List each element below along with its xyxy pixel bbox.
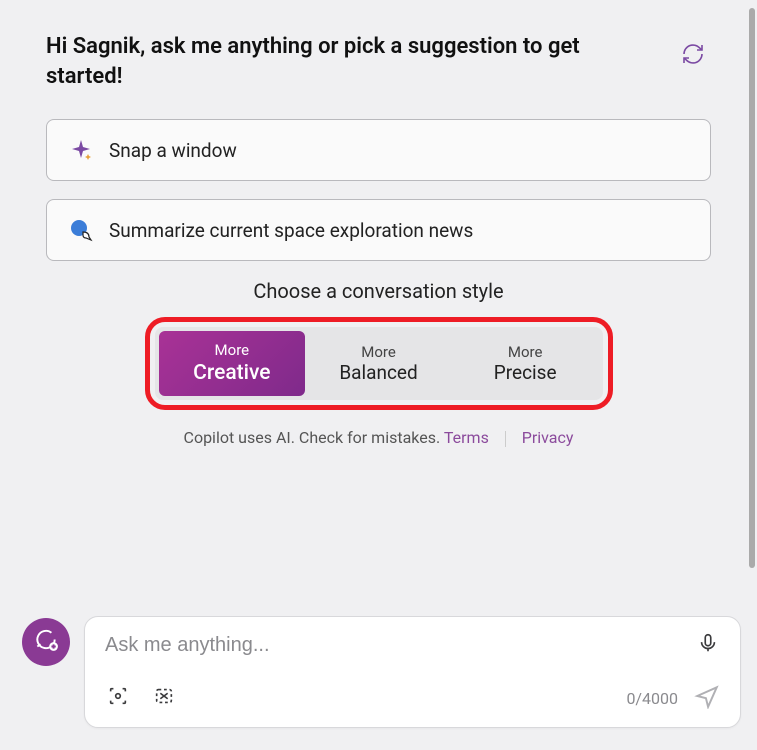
image-search-button[interactable] — [105, 685, 131, 711]
style-option-creative[interactable]: More Creative — [159, 331, 306, 396]
send-button[interactable] — [692, 683, 722, 713]
style-name-label: Creative — [193, 360, 270, 386]
style-label: Choose a conversation style — [46, 279, 711, 303]
greeting-text: Hi Sagnik, ask me anything or pick a sug… — [46, 32, 606, 91]
style-more-label: More — [215, 341, 250, 360]
mic-button[interactable] — [694, 631, 722, 659]
style-name-label: Precise — [494, 361, 557, 385]
disclaimer-text: Copilot uses AI. Check for mistakes. — [184, 428, 441, 447]
new-chat-button[interactable] — [22, 618, 70, 666]
scrollbar[interactable] — [749, 8, 755, 568]
style-option-precise[interactable]: More Precise — [452, 331, 599, 396]
refresh-icon — [681, 42, 705, 70]
char-count: 0/4000 — [626, 689, 678, 708]
suggestion-summarize-news[interactable]: Summarize current space exploration news — [46, 199, 711, 261]
chat-input[interactable] — [105, 634, 694, 657]
style-more-label: More — [361, 343, 396, 362]
chat-bubble-icon — [69, 218, 93, 242]
new-chat-icon — [33, 627, 59, 657]
suggestion-label: Summarize current space exploration news — [109, 219, 473, 242]
privacy-link[interactable]: Privacy — [522, 428, 574, 447]
style-selector: More Creative More Balanced More Precise — [155, 327, 603, 400]
terms-link[interactable]: Terms — [444, 428, 489, 447]
divider — [505, 431, 506, 447]
sparkle-icon — [69, 138, 93, 162]
style-name-label: Balanced — [339, 361, 417, 385]
suggestion-snap-window[interactable]: Snap a window — [46, 119, 711, 181]
style-selector-highlight: More Creative More Balanced More Precise — [145, 317, 613, 410]
send-icon — [694, 683, 720, 713]
snip-icon — [153, 685, 175, 711]
style-option-balanced[interactable]: More Balanced — [305, 331, 452, 396]
mic-icon — [697, 632, 719, 658]
refresh-button[interactable] — [675, 38, 711, 74]
chat-input-card: 0/4000 — [84, 616, 741, 728]
screenshot-button[interactable] — [151, 685, 177, 711]
suggestion-label: Snap a window — [109, 139, 237, 162]
style-more-label: More — [508, 343, 543, 362]
scan-icon — [107, 685, 129, 711]
disclaimer-row: Copilot uses AI. Check for mistakes. Ter… — [46, 428, 711, 447]
